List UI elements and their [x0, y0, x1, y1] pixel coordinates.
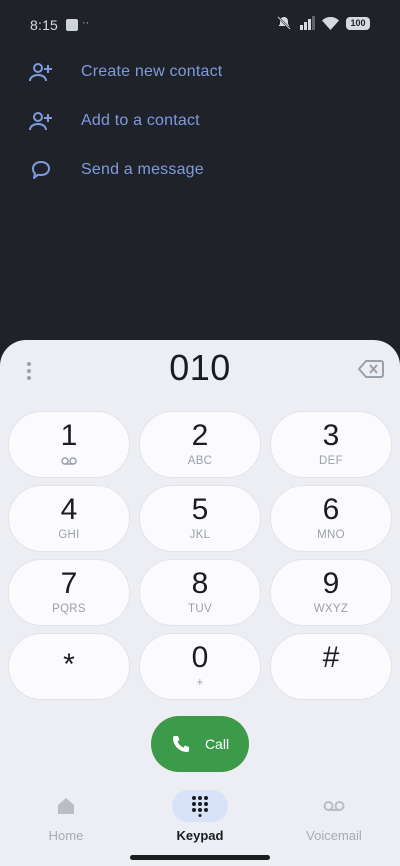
key-digit: 1 [60, 419, 78, 452]
key-digit: 7 [60, 567, 78, 600]
create-new-contact-label: Create new contact [81, 63, 223, 80]
dialpad-icon [192, 796, 208, 817]
nav-keypad-pill [172, 790, 228, 822]
wifi-icon [322, 16, 339, 30]
key-letters: GHI [58, 529, 80, 541]
background-screen: 8:15 ·· 100 Create new contact Add to a … [0, 0, 400, 345]
status-bar: 8:15 ·· 100 [0, 0, 400, 48]
nav-voicemail-pill [306, 790, 362, 822]
battery-icon: 100 [346, 16, 370, 30]
send-message-label: Send a message [81, 161, 204, 178]
status-icons: 100 [276, 15, 370, 31]
key-star[interactable]: * [8, 633, 130, 700]
notification-icon [66, 19, 78, 31]
add-to-contact-action[interactable]: Add to a contact [0, 97, 400, 146]
key-digit: 2 [191, 419, 209, 452]
key-digit: 3 [322, 419, 340, 452]
key-letters: TUV [188, 603, 212, 615]
home-icon [58, 798, 74, 814]
key-letters: PQRS [52, 603, 86, 615]
create-new-contact-action[interactable]: Create new contact [0, 48, 400, 97]
key-digit: 0 [191, 641, 209, 674]
nav-voicemail[interactable]: Voicemail [274, 790, 394, 843]
backspace-icon[interactable] [358, 358, 384, 380]
key-2[interactable]: 2 ABC [139, 411, 261, 478]
key-hash[interactable]: # [270, 633, 392, 700]
key-9[interactable]: 9 WXYZ [270, 559, 392, 626]
nav-keypad[interactable]: Keypad [140, 790, 260, 843]
key-letters: ABC [187, 455, 213, 467]
key-8[interactable]: 8 TUV [139, 559, 261, 626]
home-indicator[interactable] [130, 855, 270, 860]
key-0[interactable]: 0 + [139, 633, 261, 700]
notification-dots: ·· [82, 17, 90, 29]
key-digit: * [63, 648, 75, 681]
message-icon [32, 161, 50, 179]
key-digit: # [322, 641, 340, 674]
key-3[interactable]: 3 DEF [270, 411, 392, 478]
key-letters: DEF [319, 455, 343, 467]
key-digit: 9 [322, 567, 340, 600]
key-7[interactable]: 7 PQRS [8, 559, 130, 626]
key-letters: MNO [317, 529, 345, 541]
key-1[interactable]: 1 [8, 411, 130, 478]
key-6[interactable]: 6 MNO [270, 485, 392, 552]
send-message-action[interactable]: Send a message [0, 146, 400, 195]
bottom-navigation: Home Keypad Voicemail [0, 790, 400, 850]
add-person-icon [29, 112, 52, 131]
contact-actions: Create new contact Add to a contact Send… [0, 48, 400, 195]
key-letters: WXYZ [313, 603, 349, 615]
add-person-icon [29, 63, 52, 82]
signal-icon [300, 16, 315, 30]
key-digit: 6 [322, 493, 340, 526]
nav-keypad-label: Keypad [176, 828, 224, 843]
nav-voicemail-label: Voicemail [306, 828, 362, 843]
key-5[interactable]: 5 JKL [139, 485, 261, 552]
voicemail-icon [61, 457, 77, 465]
key-letters: JKL [189, 529, 211, 541]
dialed-number[interactable]: 010 [0, 347, 400, 389]
mute-icon [277, 16, 291, 30]
dialpad-sheet: 010 1 2 ABC 3 DEF 4 GHI 5 JKL 6 MNO 7 PQ… [0, 340, 400, 866]
nav-home[interactable]: Home [6, 790, 126, 843]
key-4[interactable]: 4 GHI [8, 485, 130, 552]
key-digit: 4 [60, 493, 78, 526]
key-digit: 8 [191, 567, 209, 600]
key-letters: + [196, 677, 204, 689]
nav-home-label: Home [48, 828, 84, 843]
add-to-contact-label: Add to a contact [81, 112, 200, 129]
key-digit: 5 [191, 493, 209, 526]
call-label: Call [204, 736, 230, 752]
phone-icon [172, 736, 189, 752]
status-time: 8:15 [30, 17, 59, 33]
nav-home-pill [38, 790, 94, 822]
voicemail-icon [323, 801, 345, 811]
call-button[interactable]: Call [151, 716, 249, 772]
